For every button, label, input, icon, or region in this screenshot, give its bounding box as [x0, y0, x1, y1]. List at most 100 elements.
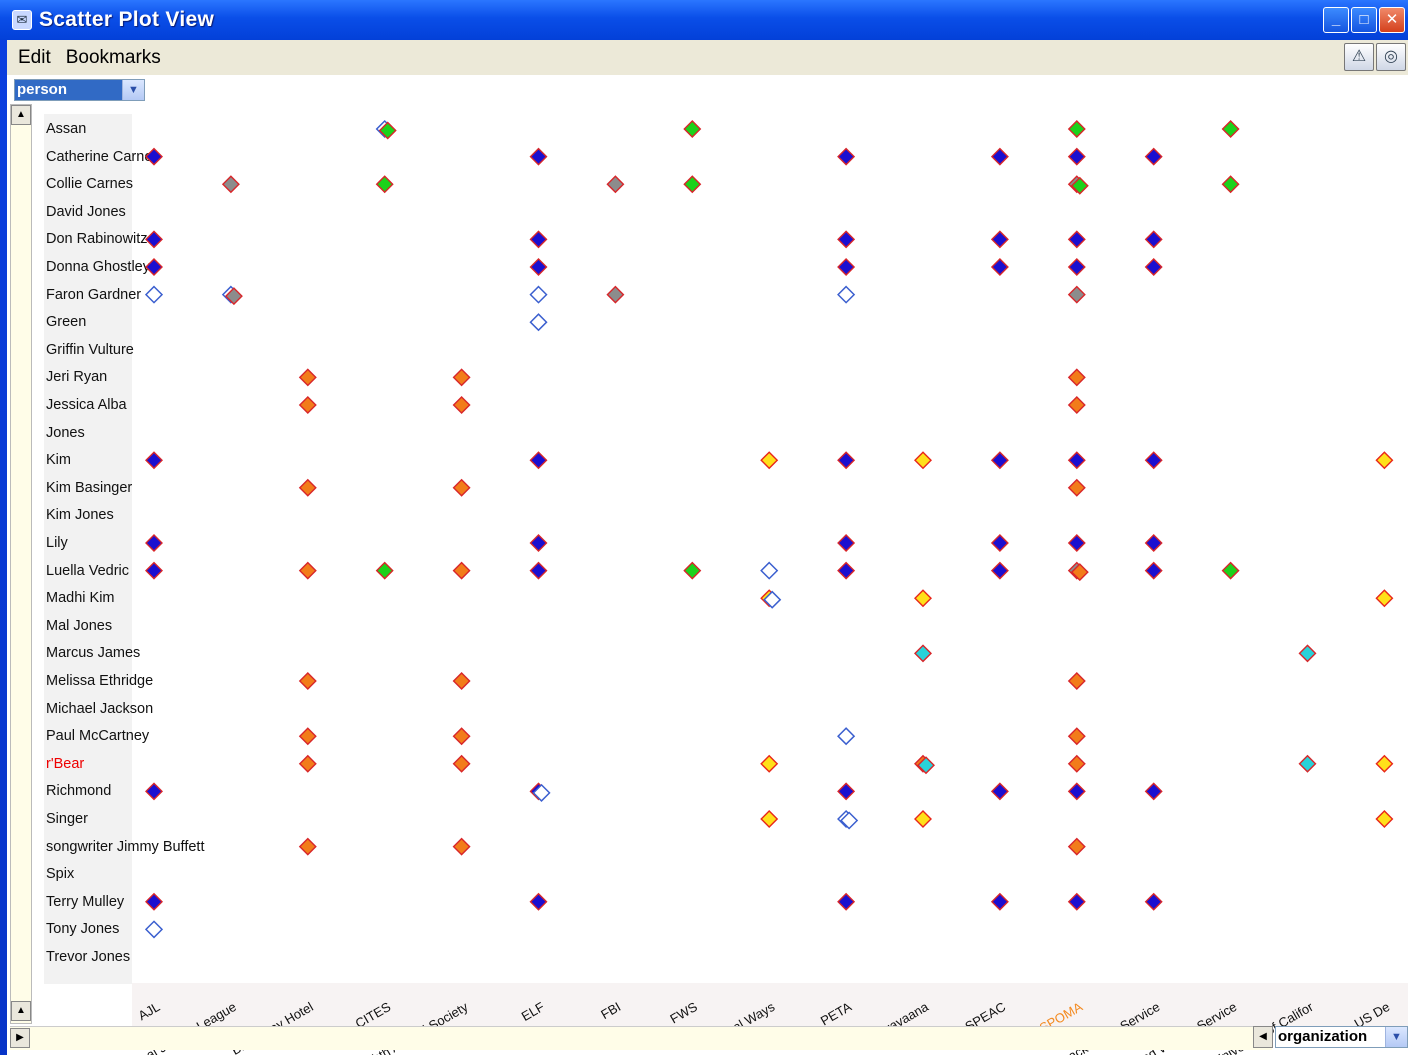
row-label[interactable]: Kim — [46, 451, 71, 469]
data-point-blue-outline[interactable] — [840, 811, 859, 830]
row-label[interactable]: songwriter Jimmy Buffett — [46, 838, 204, 856]
row-label[interactable]: Donna Ghostley — [46, 258, 150, 276]
row-label[interactable]: Green — [46, 313, 86, 331]
scroll-up-button[interactable]: ▲ — [11, 105, 31, 125]
row-label[interactable]: Tony Jones — [46, 920, 119, 938]
data-point-yellow[interactable] — [914, 810, 932, 828]
data-point-blue-outline[interactable] — [144, 920, 164, 939]
row-label[interactable]: Terry Mulley — [46, 893, 124, 911]
data-point-yellow[interactable] — [914, 589, 932, 608]
data-point-blue[interactable] — [145, 230, 163, 249]
data-point-orange[interactable] — [1067, 396, 1086, 414]
x-axis-selector[interactable]: organization ▼ — [1275, 1026, 1408, 1048]
data-point-yellow[interactable] — [914, 451, 932, 470]
data-point-blue-outline[interactable] — [763, 590, 782, 609]
data-point-blue[interactable] — [529, 892, 548, 911]
row-label[interactable]: Richmond — [46, 782, 111, 800]
network-view-icon[interactable]: ⚠ — [1344, 43, 1374, 71]
data-point-blue[interactable] — [837, 258, 856, 276]
row-label[interactable]: Jessica Alba — [46, 396, 127, 414]
data-point-blue[interactable] — [990, 230, 1009, 249]
data-point-blue-outline[interactable] — [532, 783, 551, 802]
data-point-blue[interactable] — [837, 782, 856, 801]
data-point-yellow[interactable] — [760, 754, 779, 773]
data-point-blue[interactable] — [1144, 561, 1163, 580]
data-point-yellow[interactable] — [1375, 754, 1394, 773]
data-point-blue[interactable] — [1067, 782, 1086, 801]
data-point-blue[interactable] — [1144, 451, 1163, 470]
row-label[interactable]: Trevor Jones — [46, 948, 130, 966]
data-point-gray[interactable] — [606, 175, 625, 194]
data-point-gray[interactable] — [224, 287, 243, 306]
data-point-orange[interactable] — [914, 754, 932, 773]
data-point-blue-outline[interactable] — [144, 285, 164, 304]
row-label[interactable]: Kim Basinger — [46, 479, 132, 497]
scroll-left-icon[interactable]: ◀ — [1253, 1026, 1273, 1048]
data-point-cyan[interactable] — [917, 756, 935, 775]
data-point-orange[interactable] — [452, 561, 471, 580]
row-label[interactable]: Griffin Vulture — [46, 341, 134, 359]
data-point-yellow[interactable] — [760, 589, 779, 608]
minimize-button[interactable]: _ — [1323, 7, 1349, 33]
data-point-gray[interactable] — [1067, 285, 1086, 304]
data-point-orange[interactable] — [452, 396, 471, 414]
data-point-blue[interactable] — [990, 561, 1009, 580]
scroll-down-button[interactable]: ▲ — [11, 1001, 31, 1021]
data-point-blue[interactable] — [1067, 451, 1086, 470]
data-point-blue-outline[interactable] — [529, 285, 548, 304]
data-point-blue-outline[interactable] — [375, 119, 394, 139]
data-point-orange[interactable] — [298, 727, 317, 746]
data-point-blue[interactable] — [529, 451, 548, 470]
data-point-orange[interactable] — [1070, 563, 1089, 582]
data-point-blue[interactable] — [145, 534, 163, 552]
data-point-blue[interactable] — [1144, 258, 1163, 276]
data-point-yellow[interactable] — [1375, 589, 1394, 608]
data-point-cyan[interactable] — [1298, 754, 1317, 773]
data-point-blue[interactable] — [529, 147, 548, 166]
data-point-gray[interactable] — [1067, 175, 1086, 194]
data-point-orange[interactable] — [298, 754, 317, 773]
data-point-orange[interactable] — [452, 727, 471, 746]
data-point-cyan[interactable] — [914, 644, 932, 663]
data-point-orange[interactable] — [298, 672, 317, 690]
data-point-blue[interactable] — [529, 258, 548, 276]
data-point-blue[interactable] — [837, 534, 856, 552]
row-label[interactable]: Mal Jones — [46, 617, 112, 635]
data-point-cyan[interactable] — [1298, 644, 1317, 663]
data-point-green[interactable] — [1221, 120, 1240, 138]
data-point-blue[interactable] — [1067, 534, 1086, 552]
data-point-green[interactable] — [1221, 561, 1240, 580]
data-point-blue[interactable] — [1144, 230, 1163, 249]
row-label[interactable]: Kim Jones — [46, 506, 114, 524]
data-point-yellow[interactable] — [760, 451, 779, 470]
data-point-orange[interactable] — [1067, 727, 1086, 746]
data-point-orange[interactable] — [1067, 672, 1086, 690]
data-point-blue[interactable] — [1067, 258, 1086, 276]
data-point-blue-outline[interactable] — [221, 285, 240, 304]
data-point-green[interactable] — [683, 120, 702, 138]
row-label[interactable]: Jeri Ryan — [46, 368, 107, 386]
row-label[interactable]: Michael Jackson — [46, 700, 153, 718]
row-label[interactable]: Faron Gardner — [46, 286, 141, 304]
data-point-orange[interactable] — [298, 561, 317, 580]
data-point-green[interactable] — [1221, 175, 1240, 194]
data-point-blue[interactable] — [529, 782, 548, 801]
data-point-blue[interactable] — [1067, 230, 1086, 249]
data-point-blue[interactable] — [837, 230, 856, 249]
data-point-blue[interactable] — [837, 451, 856, 470]
data-point-blue[interactable] — [990, 782, 1009, 801]
data-point-green[interactable] — [375, 561, 394, 580]
data-point-orange[interactable] — [452, 478, 471, 497]
data-point-blue-outline[interactable] — [837, 285, 856, 304]
data-point-blue[interactable] — [1144, 147, 1163, 166]
row-label[interactable]: Lily — [46, 534, 68, 552]
data-point-blue[interactable] — [837, 147, 856, 166]
data-point-blue[interactable] — [1144, 782, 1163, 801]
data-point-orange[interactable] — [452, 672, 471, 690]
chevron-down-icon[interactable]: ▼ — [122, 80, 144, 100]
y-axis-selector[interactable]: person ▼ — [14, 79, 145, 101]
data-point-green[interactable] — [378, 121, 397, 140]
data-point-blue-outline[interactable] — [837, 809, 856, 829]
data-point-orange[interactable] — [452, 368, 471, 387]
close-button[interactable]: ✕ — [1379, 7, 1405, 33]
